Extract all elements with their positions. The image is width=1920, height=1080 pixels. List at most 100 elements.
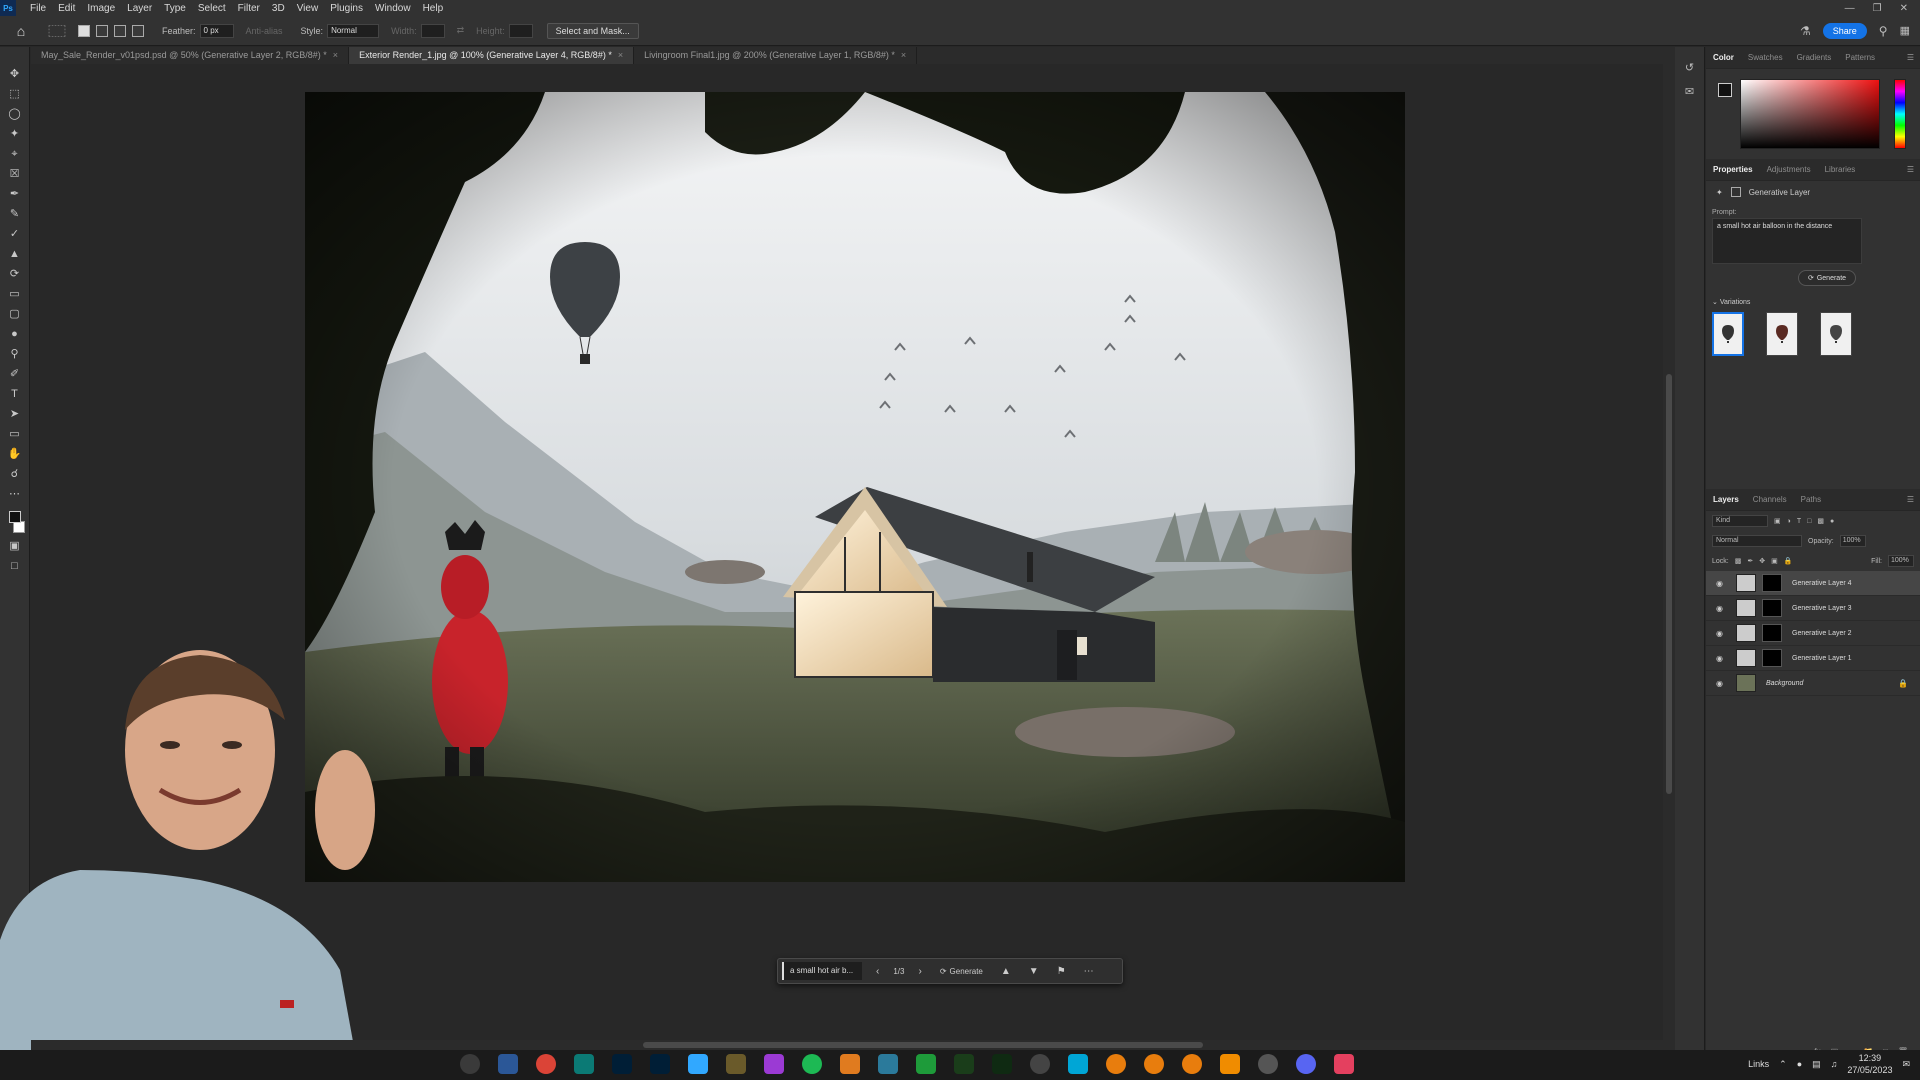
layer-mask-thumbnail[interactable] xyxy=(1762,574,1782,592)
restore-icon[interactable]: ❐ xyxy=(1873,3,1882,14)
menu-layer[interactable]: Layer xyxy=(121,3,158,14)
app-icon-22[interactable] xyxy=(1258,1054,1278,1074)
thumbs-up-icon[interactable]: ▲ xyxy=(1001,966,1011,977)
visibility-eye-icon[interactable]: ◉ xyxy=(1716,679,1728,688)
menu-plugins[interactable]: Plugins xyxy=(324,3,369,14)
visibility-eye-icon[interactable]: ◉ xyxy=(1716,654,1728,663)
pen-tool-icon[interactable]: ✐ xyxy=(8,367,22,381)
crop-tool-icon[interactable]: ⌖ xyxy=(8,147,22,161)
photoshop-beta-app-icon[interactable] xyxy=(650,1054,670,1074)
menu-select[interactable]: Select xyxy=(192,3,232,14)
subtract-selection-icon[interactable] xyxy=(114,24,126,37)
panel-menu-icon[interactable]: ☰ xyxy=(1907,165,1920,174)
add-selection-icon[interactable] xyxy=(96,24,108,37)
history-panel-icon[interactable]: ↺ xyxy=(1683,61,1697,75)
menu-help[interactable]: Help xyxy=(417,3,450,14)
properties-generate-button[interactable]: ⟳ Generate xyxy=(1798,270,1856,286)
filter-smart-icon[interactable]: ▩ xyxy=(1817,517,1824,525)
app-icon-11[interactable] xyxy=(840,1054,860,1074)
brush-tool-icon[interactable]: ✓ xyxy=(8,227,22,241)
clone-stamp-tool-icon[interactable]: ▲ xyxy=(8,247,22,261)
app-icon-1[interactable] xyxy=(460,1054,480,1074)
visibility-eye-icon[interactable]: ◉ xyxy=(1716,604,1728,613)
variation-thumbnail-2[interactable] xyxy=(1766,312,1798,356)
chrome-app-icon[interactable] xyxy=(536,1054,556,1074)
tab-color[interactable]: Color xyxy=(1706,53,1741,62)
flask-icon[interactable]: ⚗ xyxy=(1800,24,1811,38)
rectangular-marquee-icon[interactable] xyxy=(48,25,66,36)
tab-patterns[interactable]: Patterns xyxy=(1838,53,1882,62)
tab-gradients[interactable]: Gradients xyxy=(1790,53,1839,62)
tab-swatches[interactable]: Swatches xyxy=(1741,53,1790,62)
opacity-input[interactable]: 100% xyxy=(1839,535,1866,547)
dodge-tool-icon[interactable]: ⚲ xyxy=(8,347,22,361)
menu-filter[interactable]: Filter xyxy=(232,3,266,14)
close-tab-icon[interactable]: × xyxy=(618,50,623,60)
layer-row-generative-1[interactable]: ◉ Generative Layer 1 xyxy=(1706,646,1920,671)
photoshop-app-icon[interactable] xyxy=(612,1054,632,1074)
tab-libraries[interactable]: Libraries xyxy=(1818,165,1863,174)
menu-type[interactable]: Type xyxy=(158,3,192,14)
app-icon-4[interactable] xyxy=(574,1054,594,1074)
height-input[interactable] xyxy=(508,23,533,38)
generative-prompt-field[interactable]: a small hot air b... xyxy=(782,962,862,980)
healing-brush-tool-icon[interactable]: ✎ xyxy=(8,207,22,221)
layer-mask-thumbnail[interactable] xyxy=(1762,649,1782,667)
zoom-tool-icon[interactable]: ☌ xyxy=(8,467,22,481)
lock-all-icon[interactable]: 🔒 xyxy=(1784,557,1793,565)
foreground-color-chip[interactable] xyxy=(1718,83,1732,97)
clock[interactable]: 12:39 27/05/2023 xyxy=(1847,1052,1892,1076)
width-input[interactable] xyxy=(420,23,445,38)
filter-shape-icon[interactable]: □ xyxy=(1807,518,1811,525)
links-toolbar[interactable]: Links xyxy=(1748,1059,1769,1069)
menu-window[interactable]: Window xyxy=(369,3,417,14)
dimension-app-icon[interactable] xyxy=(954,1054,974,1074)
more-tools-icon[interactable]: ⋯ xyxy=(8,487,22,501)
home-icon[interactable]: ⌂ xyxy=(8,20,34,42)
app-icon-12[interactable] xyxy=(878,1054,898,1074)
menu-image[interactable]: Image xyxy=(81,3,121,14)
layer-row-generative-2[interactable]: ◉ Generative Layer 2 xyxy=(1706,621,1920,646)
new-selection-icon[interactable] xyxy=(78,24,90,37)
doc-tab-may-sale[interactable]: May_Sale_Render_v01psd.psd @ 50% (Genera… xyxy=(31,47,350,64)
history-brush-tool-icon[interactable]: ⟳ xyxy=(8,267,22,281)
vlc-app-icon[interactable] xyxy=(1220,1054,1240,1074)
quick-select-tool-icon[interactable]: ✦ xyxy=(8,127,22,141)
painter-app-icon[interactable] xyxy=(992,1054,1012,1074)
network-icon[interactable]: ▤ xyxy=(1812,1059,1821,1070)
hand-tool-icon[interactable]: ✋ xyxy=(8,447,22,461)
panel-menu-icon[interactable]: ☰ xyxy=(1907,53,1920,62)
calculator-app-icon[interactable] xyxy=(498,1054,518,1074)
variation-thumbnail-1[interactable] xyxy=(1712,312,1744,356)
menu-edit[interactable]: Edit xyxy=(52,3,81,14)
tab-channels[interactable]: Channels xyxy=(1746,495,1794,504)
feather-input[interactable]: 0 px xyxy=(199,23,234,38)
tab-properties[interactable]: Properties xyxy=(1706,165,1760,174)
marquee-tool-icon[interactable]: ⬚ xyxy=(8,87,22,101)
discord-app-icon[interactable] xyxy=(1296,1054,1316,1074)
hue-slider[interactable] xyxy=(1894,79,1906,149)
blur-tool-icon[interactable]: ● xyxy=(8,327,22,341)
app-icon-17[interactable] xyxy=(1068,1054,1088,1074)
app-icon-9[interactable] xyxy=(764,1054,784,1074)
blend-mode-select[interactable]: Normal xyxy=(1712,535,1802,547)
tab-adjustments[interactable]: Adjustments xyxy=(1760,165,1818,174)
spotify-app-icon[interactable] xyxy=(802,1054,822,1074)
close-tab-icon[interactable]: × xyxy=(333,50,338,60)
color-field[interactable] xyxy=(1740,79,1880,149)
lock-artboard-icon[interactable]: ▣ xyxy=(1771,557,1778,565)
rectangle-tool-icon[interactable]: ▭ xyxy=(8,427,22,441)
notes-app-icon[interactable] xyxy=(726,1054,746,1074)
horizontal-scrollbar[interactable] xyxy=(31,1040,1663,1050)
fill-input[interactable]: 100% xyxy=(1888,555,1914,567)
layer-row-background[interactable]: ◉ Background 🔒 xyxy=(1706,671,1920,696)
menu-file[interactable]: File xyxy=(24,3,52,14)
generate-button[interactable]: ⟳ Generate xyxy=(940,967,983,976)
lock-pixels-icon[interactable]: ✒ xyxy=(1747,557,1753,565)
doc-tab-exterior-render[interactable]: Exterior Render_1.jpg @ 100% (Generative… xyxy=(349,47,635,64)
scroll-thumb[interactable] xyxy=(1666,374,1672,794)
filter-adjustment-icon[interactable]: ◑ xyxy=(1787,518,1791,525)
close-icon[interactable]: ✕ xyxy=(1900,3,1908,14)
search-icon[interactable]: ⚲ xyxy=(1879,24,1888,38)
style-select[interactable]: Normal xyxy=(327,23,380,38)
